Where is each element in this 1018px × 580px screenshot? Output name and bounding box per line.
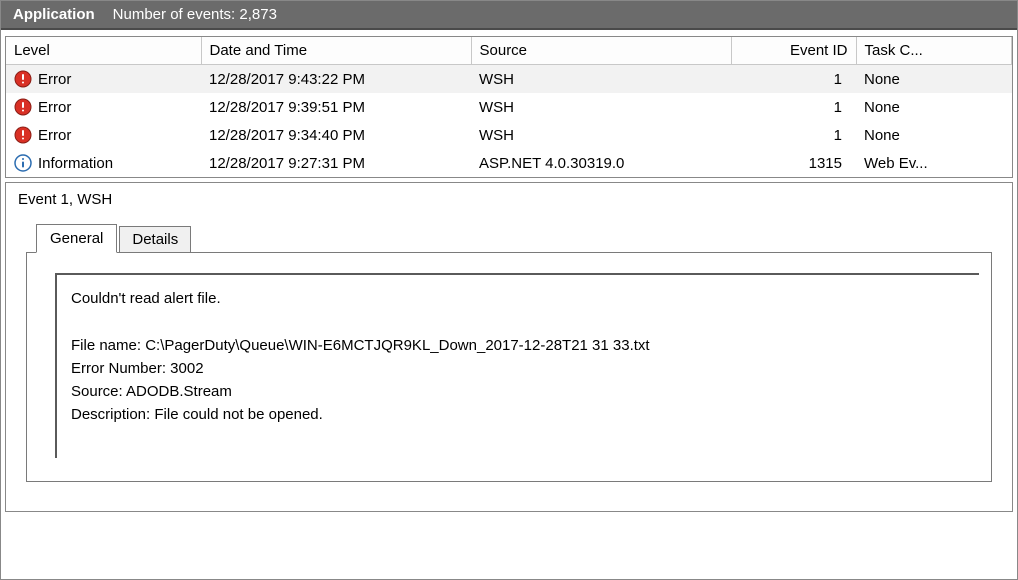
column-header-row: Level Date and Time Source Event ID Task… xyxy=(6,37,1012,65)
event-message: Couldn't read alert file. File name: C:\… xyxy=(55,273,979,458)
cell-eventid: 1 xyxy=(731,65,856,94)
cell-level: Error xyxy=(6,93,201,121)
details-header: Event 1, WSH xyxy=(6,183,1012,222)
col-header-level[interactable]: Level xyxy=(6,37,201,65)
cell-datetime: 12/28/2017 9:43:22 PM xyxy=(201,65,471,94)
info-icon xyxy=(14,154,32,172)
cell-task: Web Ev... xyxy=(856,149,1012,177)
level-text: Error xyxy=(38,71,71,88)
cell-datetime: 12/28/2017 9:34:40 PM xyxy=(201,121,471,149)
cell-source: WSH xyxy=(471,65,731,94)
col-header-task[interactable]: Task C... xyxy=(856,37,1012,65)
cell-source: WSH xyxy=(471,121,731,149)
cell-source: WSH xyxy=(471,93,731,121)
event-grid-wrap: Level Date and Time Source Event ID Task… xyxy=(5,36,1013,178)
cell-eventid: 1315 xyxy=(731,149,856,177)
table-row[interactable]: Error 12/28/2017 9:43:22 PMWSH1None xyxy=(6,65,1012,94)
cell-eventid: 1 xyxy=(731,121,856,149)
tab-strip: General Details xyxy=(6,222,1012,252)
msg-line: File name: C:\PagerDuty\Queue\WIN-E6MCTJ… xyxy=(71,334,965,357)
cell-task: None xyxy=(856,93,1012,121)
msg-line: Source: ADODB.Stream xyxy=(71,380,965,403)
cell-eventid: 1 xyxy=(731,93,856,121)
error-icon xyxy=(14,70,32,88)
col-header-datetime[interactable]: Date and Time xyxy=(201,37,471,65)
tab-body: Couldn't read alert file. File name: C:\… xyxy=(26,252,992,482)
event-count-label: Number of events: 2,873 xyxy=(113,6,277,23)
msg-line xyxy=(71,310,965,333)
titlebar: Application Number of events: 2,873 xyxy=(1,1,1017,30)
event-grid[interactable]: Level Date and Time Source Event ID Task… xyxy=(6,37,1012,177)
tab-details[interactable]: Details xyxy=(119,226,191,253)
msg-line: Error Number: 3002 xyxy=(71,357,965,380)
details-pane: Event 1, WSH General Details Couldn't re… xyxy=(5,182,1013,512)
level-text: Error xyxy=(38,99,71,116)
cell-task: None xyxy=(856,65,1012,94)
col-header-eventid[interactable]: Event ID xyxy=(731,37,856,65)
cell-source: ASP.NET 4.0.30319.0 xyxy=(471,149,731,177)
msg-line: Couldn't read alert file. xyxy=(71,287,965,310)
cell-datetime: 12/28/2017 9:39:51 PM xyxy=(201,93,471,121)
cell-level: Error xyxy=(6,65,201,94)
col-header-source[interactable]: Source xyxy=(471,37,731,65)
table-row[interactable]: Error 12/28/2017 9:34:40 PMWSH1None xyxy=(6,121,1012,149)
app-name: Application xyxy=(13,6,95,23)
level-text: Information xyxy=(38,155,113,172)
cell-level: Information xyxy=(6,149,201,177)
cell-datetime: 12/28/2017 9:27:31 PM xyxy=(201,149,471,177)
table-row[interactable]: Error 12/28/2017 9:39:51 PMWSH1None xyxy=(6,93,1012,121)
table-row[interactable]: Information 12/28/2017 9:27:31 PMASP.NET … xyxy=(6,149,1012,177)
msg-line: Description: File could not be opened. xyxy=(71,403,965,426)
error-icon xyxy=(14,126,32,144)
cell-task: None xyxy=(856,121,1012,149)
cell-level: Error xyxy=(6,121,201,149)
error-icon xyxy=(14,98,32,116)
tab-general[interactable]: General xyxy=(36,224,117,253)
level-text: Error xyxy=(38,127,71,144)
